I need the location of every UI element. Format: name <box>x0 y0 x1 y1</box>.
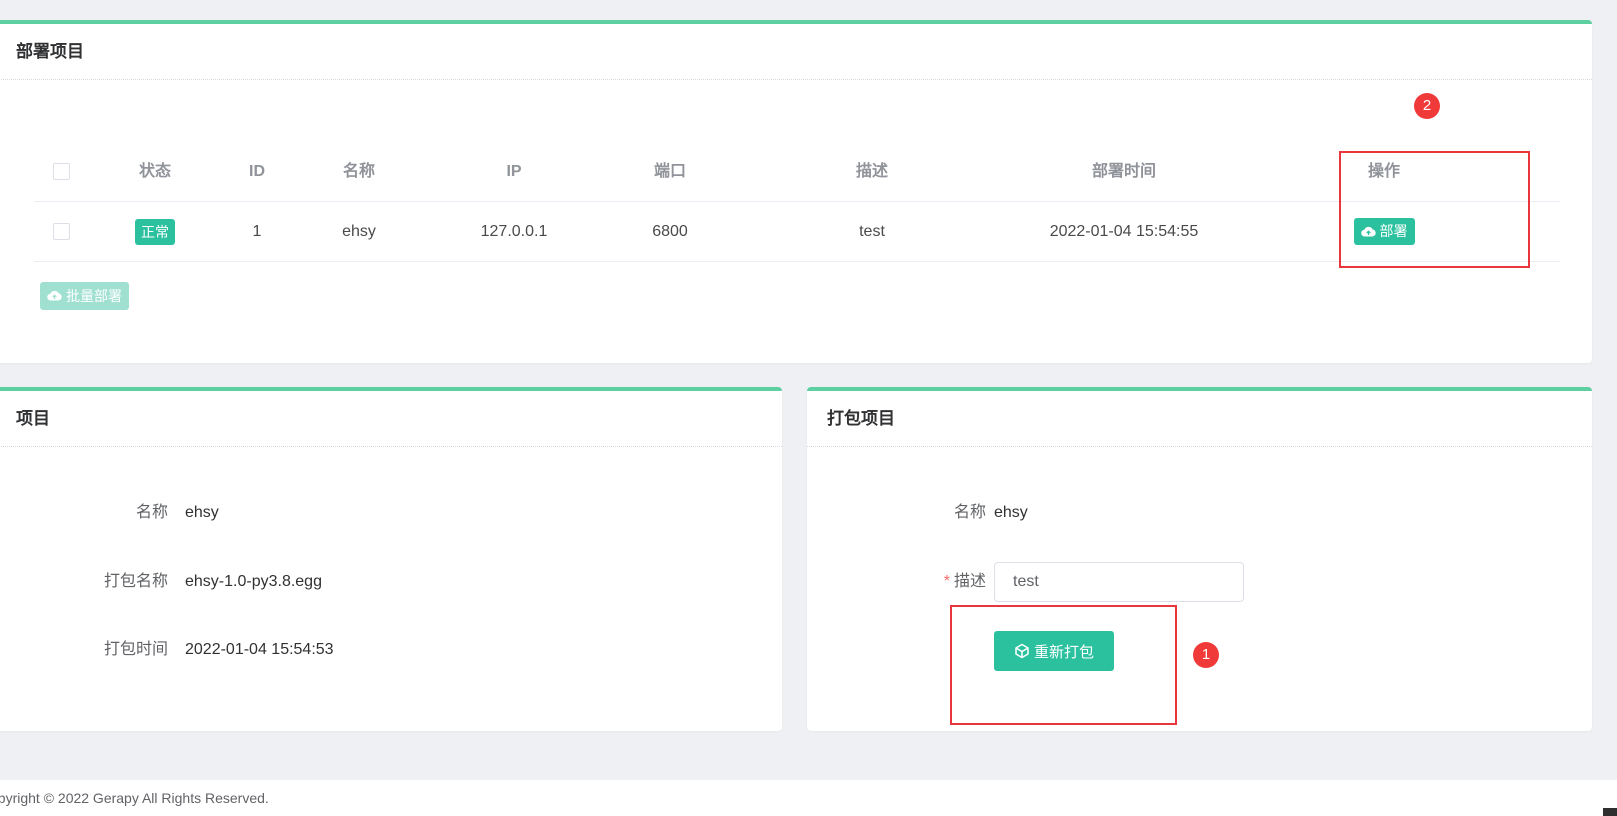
row-checkbox[interactable] <box>52 223 70 241</box>
footer: opyright © 2022 Gerapy All Rights Reserv… <box>0 780 1617 816</box>
description-label-text: 描述 <box>953 573 986 590</box>
project-card: 项目 名称 ehsy 打包名称 ehsy-1.0-py3.8.egg 打包时间 … <box>0 387 782 731</box>
package-card-name-value: ehsy <box>994 504 1028 521</box>
action-cell: 部署 <box>1314 202 1454 262</box>
name-cell: ehsy <box>342 223 376 240</box>
ip-cell: 127.0.0.1 <box>480 223 548 240</box>
annotation-number-1: 1 <box>1193 642 1219 668</box>
id-cell: 1 <box>252 223 262 240</box>
repack-button-label: 重新打包 <box>1034 643 1095 661</box>
description-input[interactable]: test <box>994 562 1244 602</box>
package-time-row: 打包时间 2022-01-04 15:54:53 <box>0 632 594 668</box>
column-header-action: 操作 <box>1367 163 1400 180</box>
cloud-upload-icon <box>47 290 62 301</box>
package-name-value: ehsy-1.0-py3.8.egg <box>185 573 322 590</box>
required-mark: * <box>943 573 950 590</box>
column-header-id: ID <box>249 163 265 180</box>
description-label: * 描述 <box>944 564 986 600</box>
column-header-description: 描述 <box>855 163 888 180</box>
package-name-label: 打包名称 <box>103 573 168 590</box>
select-all-checkbox[interactable] <box>52 163 70 181</box>
copyright-text: opyright © 2022 Gerapy All Rights Reserv… <box>0 790 269 806</box>
project-name-row: 名称 ehsy <box>0 495 594 531</box>
deploy-time-cell: 2022-01-04 15:54:55 <box>1049 223 1199 240</box>
deploy-button[interactable]: 部署 <box>1353 218 1415 246</box>
status-cell: 正常 <box>112 202 198 262</box>
project-name-value: ehsy <box>185 504 219 521</box>
table-header-row: 状态 ID 名称 IP 端口 描述 部署时间 操作 <box>34 142 1560 202</box>
row-select-cell[interactable] <box>34 202 88 262</box>
select-all-cell[interactable] <box>34 142 88 202</box>
deploy-button-label: 部署 <box>1379 223 1408 240</box>
deploy-card-title: 部署项目 <box>0 24 1592 80</box>
deploy-table: 状态 ID 名称 IP 端口 描述 部署时间 操作 正常 1 ehsy 127.… <box>34 142 1560 262</box>
page: 部署项目 状态 ID 名称 IP 端口 描述 部署时间 操作 正常 1 ehsy… <box>0 0 1617 816</box>
description-cell: test <box>859 223 885 240</box>
package-time-label: 打包时间 <box>103 641 168 658</box>
deploy-project-card: 部署项目 状态 ID 名称 IP 端口 描述 部署时间 操作 正常 1 ehsy… <box>0 20 1592 363</box>
batch-deploy-button[interactable]: 批量部署 <box>40 282 129 310</box>
annotation-number-2: 2 <box>1414 93 1440 119</box>
project-name-label: 名称 <box>135 504 168 521</box>
status-badge: 正常 <box>135 218 175 245</box>
column-header-status: 状态 <box>138 163 171 180</box>
column-header-port: 端口 <box>653 163 686 180</box>
package-project-card: 打包项目 名称 ehsy * 描述 test 重新打包 <box>807 387 1592 731</box>
repack-button[interactable]: 重新打包 <box>994 631 1115 671</box>
project-card-title: 项目 <box>0 391 782 447</box>
cloud-upload-icon <box>1360 226 1376 237</box>
package-name-row: 打包名称 ehsy-1.0-py3.8.egg <box>0 564 594 600</box>
package-card-name-label: 名称 <box>953 504 986 521</box>
table-row: 正常 1 ehsy 127.0.0.1 6800 test 2022-01-04… <box>34 202 1560 262</box>
column-header-ip: IP <box>506 163 522 180</box>
package-card-title: 打包项目 <box>807 391 1592 447</box>
column-header-name: 名称 <box>342 163 375 180</box>
scrollbar-corner <box>1603 808 1617 816</box>
column-header-deploy-time: 部署时间 <box>1091 163 1156 180</box>
batch-deploy-label: 批量部署 <box>66 288 122 304</box>
package-time-value: 2022-01-04 15:54:53 <box>185 641 334 658</box>
port-cell: 6800 <box>652 223 688 240</box>
package-icon <box>1015 643 1029 659</box>
package-name-row: 名称 ehsy <box>807 495 1407 531</box>
